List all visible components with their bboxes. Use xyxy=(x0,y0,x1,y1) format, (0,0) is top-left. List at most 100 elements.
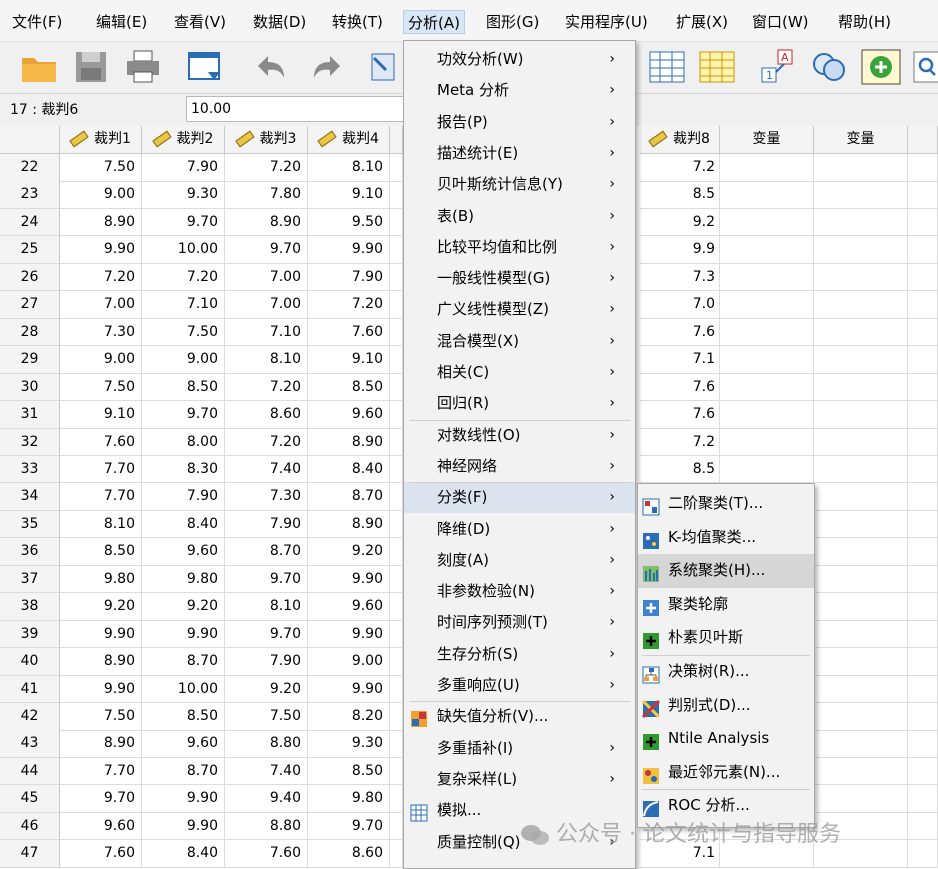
empty-cell[interactable] xyxy=(720,263,814,292)
data-cell[interactable]: 7.50 xyxy=(225,703,308,731)
data-cell[interactable] xyxy=(390,593,403,621)
analyze-menu-item[interactable]: 缺失值分析(V)... xyxy=(404,701,635,732)
data-cell-judge8[interactable]: 7.0 xyxy=(640,291,720,319)
classify-menu-item[interactable]: 二阶聚类(T)... xyxy=(638,487,814,521)
data-cell[interactable]: 9.90 xyxy=(60,675,142,704)
analyze-menu-item[interactable]: 混合模型(X) › xyxy=(404,326,635,357)
data-cell[interactable]: 8.10 xyxy=(225,346,308,374)
empty-cell[interactable] xyxy=(720,428,814,456)
data-cell[interactable]: 7.90 xyxy=(308,263,390,292)
empty-cell[interactable] xyxy=(908,757,938,786)
empty-cell[interactable] xyxy=(720,236,814,264)
analyze-menu-item[interactable]: 功效分析(W) › xyxy=(404,44,635,75)
analyze-menu-item[interactable]: 相关(C) › xyxy=(404,357,635,388)
data-cell[interactable]: 8.10 xyxy=(308,154,390,182)
empty-cell[interactable] xyxy=(814,565,908,594)
data-cell[interactable] xyxy=(390,263,403,292)
data-cell-judge8[interactable]: 7.2 xyxy=(640,428,720,456)
empty-cell[interactable] xyxy=(814,703,908,731)
empty-cell[interactable] xyxy=(814,785,908,813)
empty-cell[interactable] xyxy=(908,208,938,237)
data-cell[interactable]: 9.20 xyxy=(60,593,142,621)
analyze-menu-item[interactable]: 多重响应(U) › xyxy=(404,670,635,701)
menu-view[interactable]: 查看(V) xyxy=(170,10,230,34)
data-cell-judge8[interactable]: 8.5 xyxy=(640,181,720,209)
row-number[interactable]: 35 xyxy=(0,510,60,539)
empty-cell[interactable] xyxy=(720,401,814,429)
data-cell[interactable]: 10.00 xyxy=(142,675,225,704)
data-cell[interactable]: 9.90 xyxy=(308,236,390,264)
empty-cell[interactable] xyxy=(908,181,938,209)
row-number[interactable]: 27 xyxy=(0,291,60,319)
analyze-menu-item[interactable]: 描述统计(E) › xyxy=(404,138,635,169)
row-number[interactable]: 30 xyxy=(0,373,60,402)
empty-cell[interactable] xyxy=(908,675,938,704)
data-cell[interactable]: 8.40 xyxy=(142,510,225,539)
data-cell[interactable]: 8.40 xyxy=(142,840,225,868)
data-cell[interactable]: 7.40 xyxy=(225,757,308,786)
data-cell[interactable]: 7.70 xyxy=(60,757,142,786)
data-cell[interactable] xyxy=(390,428,403,456)
data-cell[interactable] xyxy=(390,373,403,402)
classify-menu-item[interactable]: 决策树(R)... xyxy=(638,655,814,689)
empty-cell[interactable] xyxy=(908,565,938,594)
data-cell[interactable] xyxy=(390,208,403,237)
data-cell[interactable]: 9.60 xyxy=(60,812,142,841)
analyze-menu-item[interactable]: 刻度(A) › xyxy=(404,545,635,576)
data-cell[interactable]: 9.00 xyxy=(142,346,225,374)
data-cell-judge8[interactable]: 7.6 xyxy=(640,401,720,429)
empty-cell[interactable] xyxy=(814,648,908,676)
data-cell[interactable]: 7.00 xyxy=(225,291,308,319)
empty-cell[interactable] xyxy=(814,291,908,319)
data-cell[interactable]: 7.20 xyxy=(225,428,308,456)
data-cell[interactable]: 9.90 xyxy=(142,620,225,649)
analyze-menu-item[interactable]: 比较平均值和比例 › xyxy=(404,232,635,263)
empty-cell[interactable] xyxy=(908,483,938,511)
empty-cell[interactable] xyxy=(720,181,814,209)
data-cell[interactable]: 7.70 xyxy=(60,455,142,484)
data-cell[interactable]: 7.60 xyxy=(60,428,142,456)
empty-cell[interactable] xyxy=(720,291,814,319)
value-labels-icon[interactable]: A1 xyxy=(758,46,800,88)
empty-cell[interactable] xyxy=(720,373,814,402)
data-cell[interactable]: 7.30 xyxy=(60,318,142,347)
data-cell[interactable] xyxy=(390,510,403,539)
empty-cell[interactable] xyxy=(814,318,908,347)
empty-cell[interactable] xyxy=(908,730,938,758)
data-cell[interactable]: 8.80 xyxy=(225,812,308,841)
analyze-menu-item[interactable]: 复杂采样(L) › xyxy=(404,764,635,795)
analyze-menu-item[interactable]: 降维(D) › xyxy=(404,514,635,545)
data-cell[interactable]: 7.90 xyxy=(225,648,308,676)
row-number[interactable]: 25 xyxy=(0,236,60,264)
data-cell[interactable] xyxy=(390,785,403,813)
data-cell[interactable] xyxy=(390,346,403,374)
empty-cell[interactable] xyxy=(814,483,908,511)
data-cell[interactable]: 9.10 xyxy=(60,401,142,429)
data-cell[interactable]: 7.30 xyxy=(225,483,308,511)
empty-cell[interactable] xyxy=(814,428,908,456)
data-cell[interactable]: 9.80 xyxy=(60,565,142,594)
dialog-recall-icon[interactable] xyxy=(184,46,226,88)
row-number[interactable]: 46 xyxy=(0,812,60,841)
data-cell[interactable]: 9.80 xyxy=(308,785,390,813)
row-number[interactable]: 40 xyxy=(0,648,60,676)
menu-utilities[interactable]: 实用程序(U) xyxy=(561,10,652,34)
empty-cell[interactable] xyxy=(908,593,938,621)
empty-cell[interactable] xyxy=(720,346,814,374)
analyze-menu-item[interactable]: 一般线性模型(G) › xyxy=(404,263,635,294)
data-cell[interactable]: 9.90 xyxy=(60,620,142,649)
row-number[interactable]: 24 xyxy=(0,208,60,237)
empty-cell[interactable] xyxy=(814,675,908,704)
data-cell[interactable]: 8.90 xyxy=(60,208,142,237)
data-cell[interactable]: 8.50 xyxy=(308,757,390,786)
print-icon[interactable] xyxy=(122,46,164,88)
row-number[interactable]: 38 xyxy=(0,593,60,621)
column-header-judge[interactable]: 裁判4 xyxy=(308,126,390,154)
empty-cell[interactable] xyxy=(814,208,908,237)
row-number[interactable]: 47 xyxy=(0,840,60,868)
data-cell[interactable]: 7.70 xyxy=(60,483,142,511)
data-cell[interactable]: 8.50 xyxy=(142,703,225,731)
empty-cell[interactable] xyxy=(814,236,908,264)
data-cell[interactable] xyxy=(390,291,403,319)
data-cell[interactable]: 7.00 xyxy=(225,263,308,292)
